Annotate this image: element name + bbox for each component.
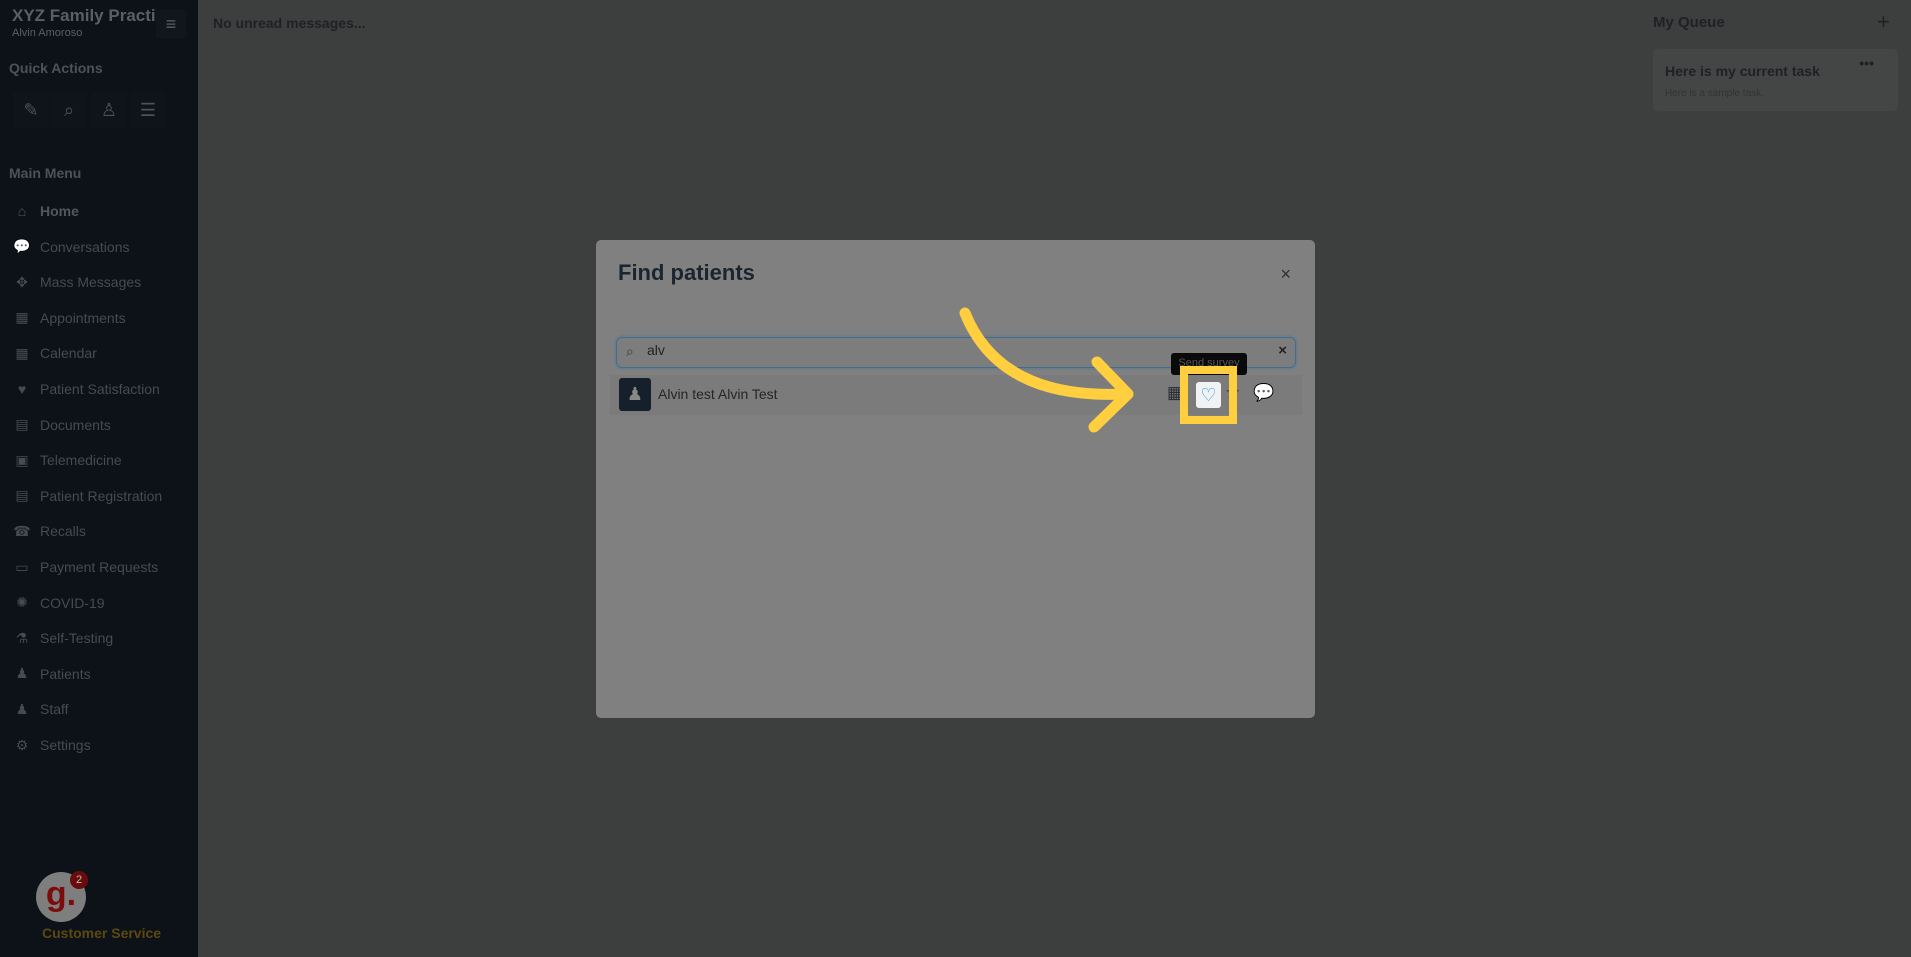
annotation-arrow xyxy=(959,307,1134,433)
